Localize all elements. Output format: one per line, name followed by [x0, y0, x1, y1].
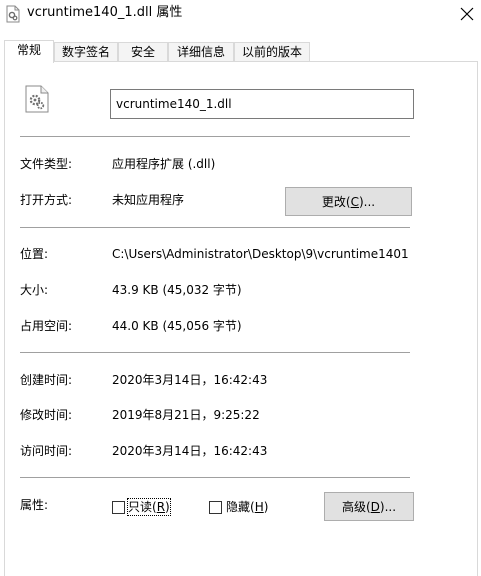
accessed-label: 访问时间:: [20, 444, 73, 458]
tab-security[interactable]: 安全: [118, 42, 168, 62]
tab-general[interactable]: 常规: [4, 40, 54, 63]
separator: [20, 477, 410, 478]
opens-with-label: 打开方式:: [20, 193, 73, 207]
file-name-field[interactable]: [110, 89, 414, 119]
location-value: C:\Users\Administrator\Desktop\9\vcrunti…: [112, 247, 409, 261]
advanced-button[interactable]: 高级(D)...: [324, 492, 414, 521]
dll-file-icon: [6, 5, 20, 23]
size-on-disk-label: 占用空间:: [20, 319, 73, 333]
file-type-value: 应用程序扩展 (.dll): [112, 157, 216, 171]
close-icon: [460, 7, 474, 21]
modified-value: 2019年8月21日，9:25:22: [112, 408, 260, 422]
file-type-label: 文件类型:: [20, 157, 73, 171]
size-value: 43.9 KB (45,032 字节): [112, 283, 242, 297]
tab-previous-versions[interactable]: 以前的版本: [234, 42, 310, 62]
opens-with-value: 未知应用程序: [112, 193, 185, 207]
dll-gear-file-icon: [25, 85, 49, 113]
size-on-disk-value: 44.0 KB (45,056 字节): [112, 319, 242, 333]
created-value: 2020年3月14日，16:42:43: [112, 373, 268, 387]
modified-label: 修改时间:: [20, 408, 73, 422]
accessed-value: 2020年3月14日，16:42:43: [112, 444, 268, 458]
size-label: 大小:: [20, 283, 49, 297]
change-button[interactable]: 更改(C)...: [285, 187, 412, 216]
close-button[interactable]: [453, 0, 481, 28]
title-bar: vcruntime140_1.dll 属性: [0, 0, 481, 30]
readonly-checkbox-label[interactable]: 只读(R): [127, 498, 171, 516]
separator: [20, 227, 410, 228]
attributes-label: 属性:: [20, 498, 49, 512]
tab-digital-signatures[interactable]: 数字签名: [54, 42, 118, 62]
tab-details[interactable]: 详细信息: [168, 42, 234, 62]
location-label: 位置:: [20, 247, 49, 261]
hidden-checkbox-label[interactable]: 隐藏(H): [226, 499, 268, 515]
created-label: 创建时间:: [20, 373, 73, 387]
readonly-checkbox[interactable]: [112, 501, 125, 514]
separator: [20, 352, 410, 353]
window-title: vcruntime140_1.dll 属性: [27, 5, 183, 20]
hidden-checkbox[interactable]: [209, 501, 222, 514]
separator: [20, 136, 410, 137]
